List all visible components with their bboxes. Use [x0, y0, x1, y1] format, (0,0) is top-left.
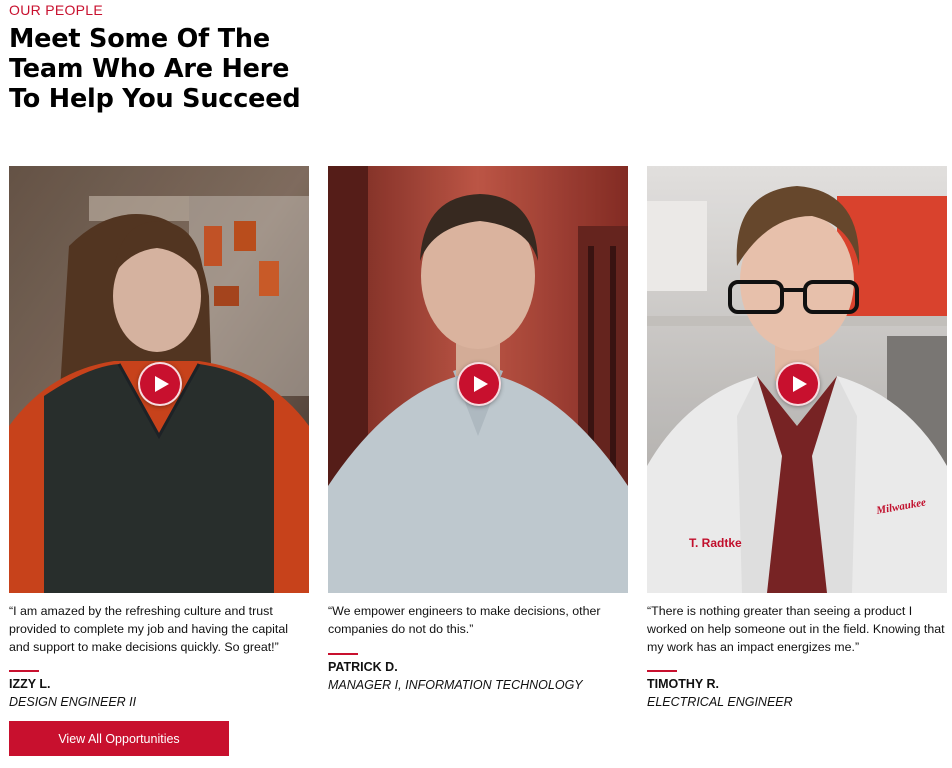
team-member-card: T. Radtke Milwaukee “There is nothing gr… — [647, 166, 947, 709]
testimonial-quote: “There is nothing greater than seeing a … — [647, 604, 945, 654]
person-name: TIMOTHY R. — [647, 677, 719, 691]
person-role: DESIGN ENGINEER II — [9, 695, 137, 709]
play-button[interactable] — [457, 362, 501, 406]
testimonial-quote: “We empower engineers to make decisions,… — [328, 604, 601, 636]
person-role: MANAGER I, INFORMATION TECHNOLOGY — [328, 678, 583, 692]
accent-divider — [328, 653, 358, 655]
play-button[interactable] — [138, 362, 182, 406]
accent-divider — [647, 670, 677, 672]
view-all-opportunities-button[interactable]: View All Opportunities — [9, 721, 229, 756]
play-button[interactable] — [776, 362, 820, 406]
section-eyebrow: OUR PEOPLE — [9, 2, 104, 18]
section-headline: Meet Some Of The Team Who Are Here To He… — [9, 24, 301, 114]
video-thumbnail[interactable] — [328, 166, 628, 593]
person-role: ELECTRICAL ENGINEER — [647, 695, 793, 709]
play-icon — [154, 376, 169, 392]
team-member-card: “We empower engineers to make decisions,… — [328, 166, 628, 692]
accent-divider — [9, 670, 39, 672]
team-member-card: “I am amazed by the refreshing culture a… — [9, 166, 309, 709]
person-name: PATRICK D. — [328, 660, 398, 674]
play-icon — [792, 376, 807, 392]
play-icon — [473, 376, 488, 392]
video-thumbnail[interactable]: T. Radtke Milwaukee — [647, 166, 947, 593]
person-name: IZZY L. — [9, 677, 51, 691]
testimonial-quote: “I am amazed by the refreshing culture a… — [9, 604, 288, 654]
video-thumbnail[interactable] — [9, 166, 309, 593]
